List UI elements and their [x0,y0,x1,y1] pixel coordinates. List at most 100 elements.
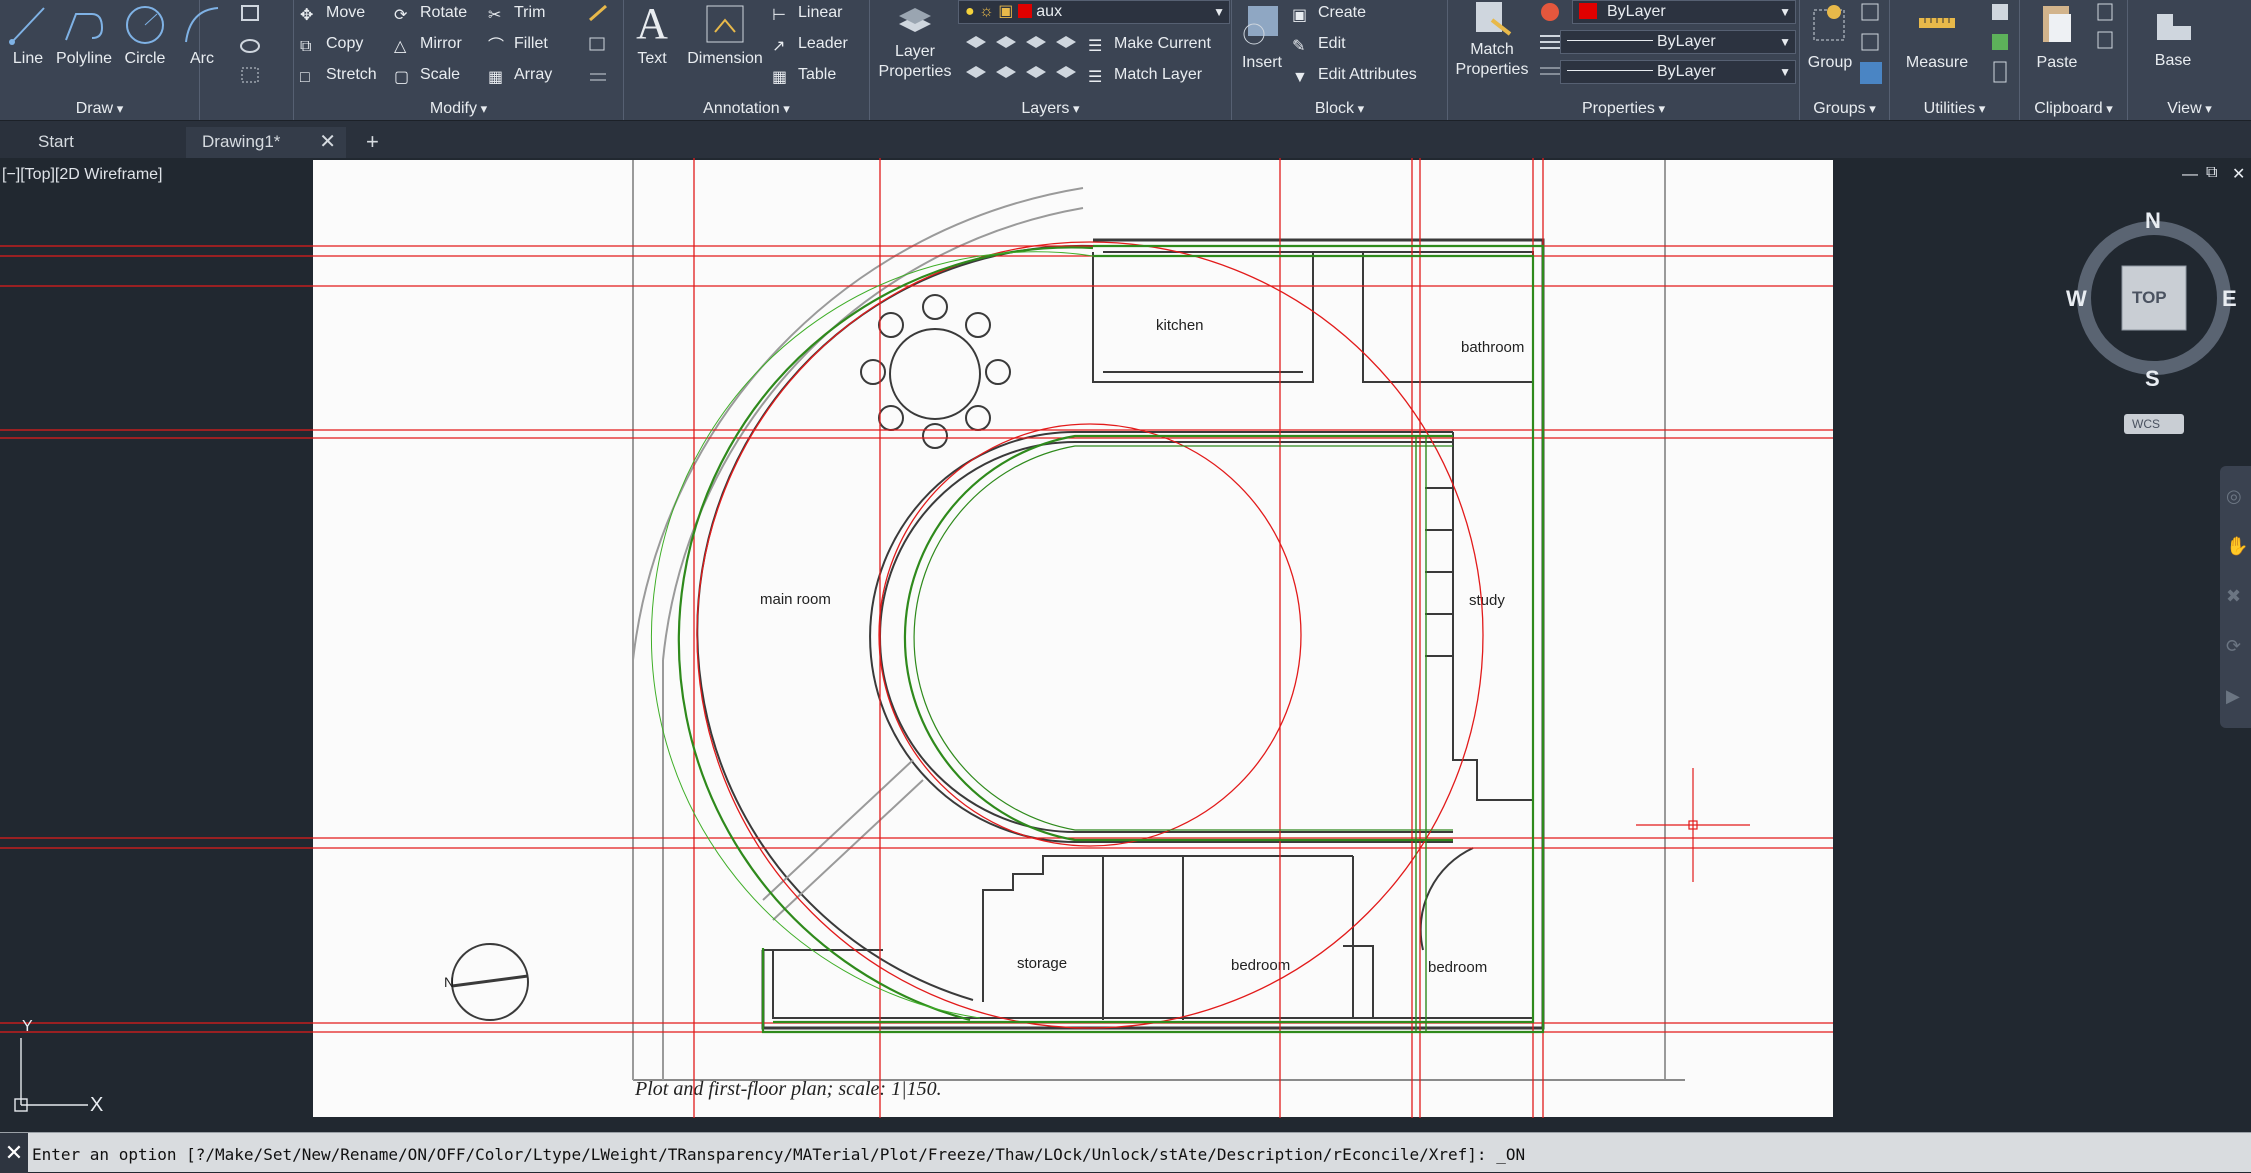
linetype-preview [1567,40,1653,41]
array-button[interactable]: ▦ Array [488,64,552,86]
tab-start[interactable]: Start [22,127,184,159]
wcs-menu[interactable]: WCS [2124,414,2184,434]
paste-button[interactable]: Paste [2022,0,2092,72]
paste-icon [2043,6,2071,42]
edit-label: Edit [1318,35,1346,52]
measure-button[interactable]: Measure [1892,0,1982,72]
full-navigation-wheel-icon[interactable]: ◎ [2226,486,2242,507]
navigation-bar[interactable]: ◎ ✋ ✖ ⟳ ▶ [2220,466,2251,728]
restore-icon[interactable]: ⧉ [2206,164,2217,182]
leader-button[interactable]: ↗ Leader [772,33,848,55]
layer-tools-icons[interactable] [962,30,1082,86]
move-icon: ✥ [300,7,314,24]
view-panel-title[interactable]: View [2128,98,2251,120]
draw-tools-icons[interactable] [238,4,278,84]
scale-label: Scale [420,66,461,83]
line-button[interactable]: Line [6,4,50,68]
annotation-panel-title[interactable]: Annotation [624,98,869,120]
fillet-button[interactable]: ⌒ Fillet [488,33,548,55]
close-icon[interactable]: ✕ [319,127,336,157]
color-dropdown[interactable]: ByLayer ▼ [1572,0,1796,24]
lock-icon: ▣ [998,3,1014,20]
scale-button[interactable]: ▢ Scale [394,64,460,86]
compass-west[interactable]: W [2066,286,2087,312]
groups-panel-title[interactable]: Groups [1800,98,1889,120]
color-value: ByLayer [1607,3,1666,20]
linear-button[interactable]: ⊢ Linear [772,2,842,24]
block-panel-title[interactable]: Block [1232,98,1447,120]
trim-button[interactable]: ✂ Trim [488,2,545,24]
draw-panel-title[interactable]: Draw [0,98,199,120]
cad-overlay [0,158,1833,1118]
insert-button[interactable]: Insert [1234,0,1290,72]
command-line[interactable]: ✕ Enter an option [?/Make/Set/New/Rename… [0,1132,2251,1173]
copy-button[interactable]: ⧉ Copy [300,33,363,55]
table-icon: ▦ [772,69,788,86]
lineweight-value: ByLayer [1657,63,1716,80]
showmotion-icon[interactable]: ▶ [2226,686,2240,707]
close-icon[interactable]: ✕ [0,1133,28,1173]
polyline-button[interactable]: Polyline [54,4,114,68]
compass-north[interactable]: N [2145,208,2161,234]
mirror-icon: △ [394,38,407,55]
utilities-panel: Measure Utilities [1890,0,2020,120]
viewcube-top-face[interactable]: TOP [2132,288,2167,308]
compass-east[interactable]: E [2222,286,2237,312]
utilities-side-icons[interactable] [1986,2,2016,86]
trim-icon: ✂ [488,7,502,24]
clipboard-side-icons[interactable] [2092,2,2122,62]
viewcube[interactable]: N S E W TOP [2066,208,2238,404]
tab-drawing1[interactable]: Drawing1* ✕ [186,127,346,159]
group-icon [1813,5,1845,41]
group-button[interactable]: Group [1802,0,1858,72]
arc-button[interactable]: Arc [180,4,224,68]
view-panel: Base View [2128,0,2251,120]
match-layer-button[interactable]: ☰ Match Layer [1088,64,1202,86]
clipboard-panel-title[interactable]: Clipboard [2020,98,2127,120]
measure-icon [1919,18,1955,28]
move-button[interactable]: ✥ Move [300,2,365,24]
orbit-icon[interactable]: ⟳ [2226,636,2241,657]
edit-block-button[interactable]: ✎ Edit [1292,33,1346,55]
draw-panel: Line Polyline Circle Arc Draw [0,0,219,120]
rotate-button[interactable]: ⟳ Rotate [394,2,467,24]
mirror-button[interactable]: △ Mirror [394,33,462,55]
create-block-button[interactable]: ▣ Create [1292,2,1366,24]
chevron-down-icon: ▼ [1213,5,1225,19]
base-button[interactable]: Base [2130,4,2216,70]
block-panel: Insert ▣ Create ✎ Edit ▼ Edit Attributes Bl… [1232,0,1448,120]
zoom-extents-icon[interactable]: ✖ [2226,586,2241,607]
linetype-dropdown[interactable]: ByLayer ▼ [1560,30,1796,54]
layers-panel-title[interactable]: Layers [870,98,1231,120]
create-block-icon: ▣ [1292,7,1308,24]
drawing-viewport[interactable]: [−][Top][2D Wireframe] kitchen bathroom … [0,158,2251,1132]
fillet-label: Fillet [514,35,548,52]
lineweight-dropdown[interactable]: ByLayer ▼ [1560,60,1796,84]
properties-panel-title[interactable]: Properties [1448,98,1799,120]
match-properties-button[interactable]: Match Properties [1450,0,1534,80]
new-tab-button[interactable]: + [354,127,394,159]
bulb-icon: ● [965,3,975,20]
insert-label: Insert [1241,54,1282,71]
copy-label: Copy [326,35,364,52]
dimension-button[interactable]: Dimension [682,2,768,68]
chevron-down-icon: ▼ [1779,65,1791,79]
pan-icon[interactable]: ✋ [2226,536,2248,557]
compass-south[interactable]: S [2145,366,2160,392]
table-button[interactable]: ▦ Table [772,64,836,86]
utilities-panel-title[interactable]: Utilities [1890,98,2019,120]
minimize-icon[interactable]: — [2182,166,2198,184]
circle-button[interactable]: Circle [120,4,170,68]
modify-panel-title[interactable]: Modify [294,98,623,120]
modify-extra-icons[interactable] [584,4,614,84]
make-current-button[interactable]: ☰ Make Current [1088,33,1211,55]
layer-dropdown[interactable]: ● ☼ ▣ aux ▼ [958,0,1230,24]
text-button[interactable]: A Text [630,2,674,68]
sun-icon: ☼ [979,3,994,20]
edit-attributes-button[interactable]: ▼ Edit Attributes [1292,64,1417,86]
stretch-button[interactable]: □ Stretch [300,64,377,86]
draw-extra-panel [228,0,294,120]
layer-properties-button[interactable]: Layer Properties [872,2,958,82]
groups-side-icons[interactable] [1858,2,1886,86]
close-icon[interactable]: ✕ [2232,164,2245,184]
